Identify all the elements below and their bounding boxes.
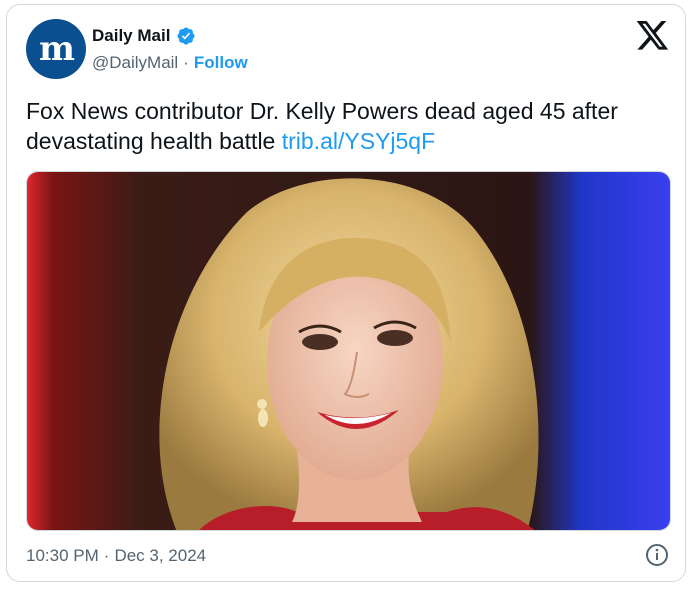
avatar-letter: m <box>39 29 75 69</box>
x-logo-icon[interactable] <box>636 21 670 51</box>
tweet-image[interactable] <box>26 171 671 531</box>
account-name[interactable]: Daily Mail <box>92 26 170 46</box>
verified-badge-icon <box>177 27 195 45</box>
avatar[interactable]: m <box>26 19 86 79</box>
meta-separator: · <box>103 546 110 565</box>
account-handle[interactable]: @DailyMail <box>92 53 178 73</box>
photo-woman-blonde-smiling <box>27 172 670 530</box>
handle-row: @DailyMail · Follow <box>92 53 248 73</box>
tweet-text: Fox News contributor Dr. Kelly Powers de… <box>26 96 666 156</box>
follow-button[interactable]: Follow <box>194 53 248 73</box>
tweet-meta: 10:30 PM · Dec 3, 2024 <box>26 546 206 566</box>
tweet-link[interactable]: trib.al/YSYj5qF <box>282 128 435 154</box>
tweet-time[interactable]: 10:30 PM <box>26 546 99 566</box>
info-icon[interactable] <box>645 543 669 567</box>
account-name-row: Daily Mail <box>92 26 196 46</box>
separator: · <box>183 53 189 72</box>
tweet-date[interactable]: Dec 3, 2024 <box>114 546 206 566</box>
